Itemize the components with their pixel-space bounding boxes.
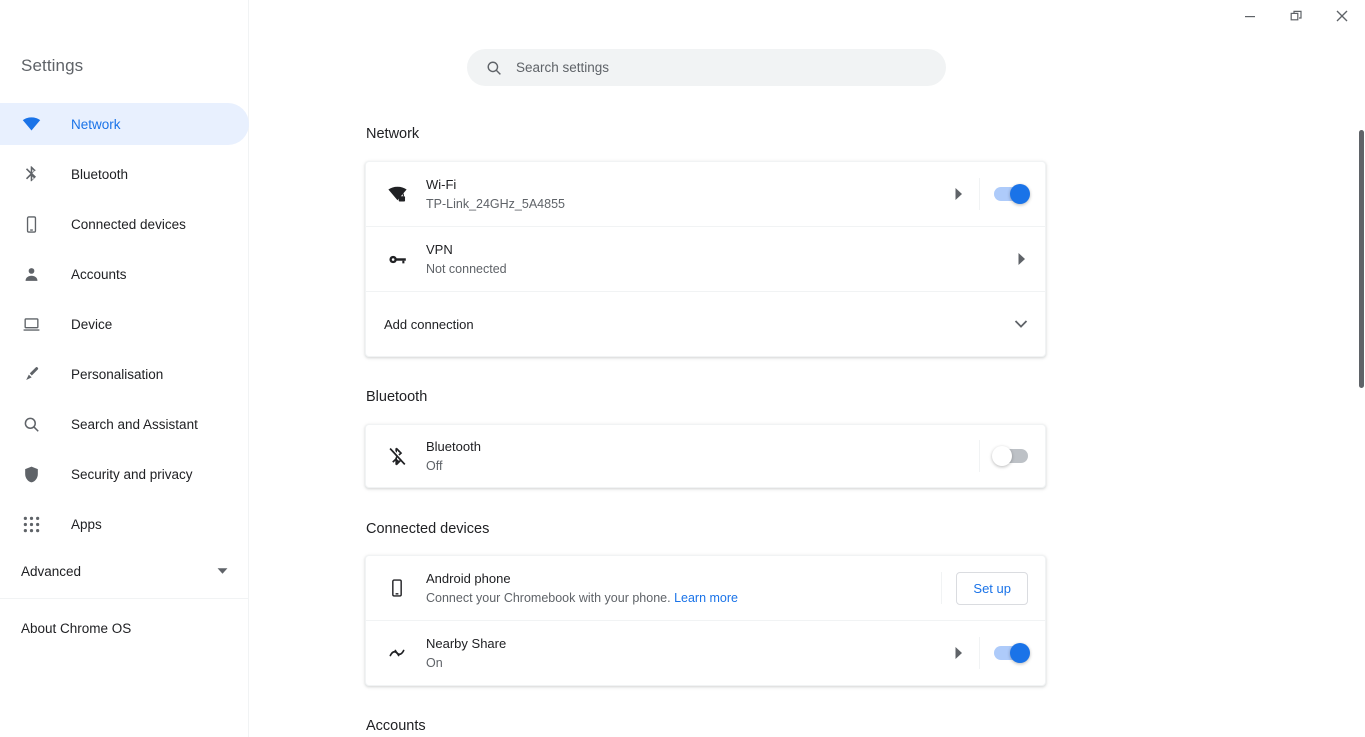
wifi-title: Wi-Fi [426,176,457,192]
nearby-share-title: Nearby Share [426,635,507,651]
phone-icon [384,578,410,598]
wifi-toggle[interactable] [994,184,1030,204]
section-title-bluetooth: Bluetooth [366,389,428,405]
wifi-row[interactable]: Wi-Fi TP-Link_24GHz_5A4855 [366,162,1045,226]
about-label: About Chrome OS [21,620,132,636]
wifi-icon [21,114,41,134]
scrollbar-thumb[interactable] [1359,130,1364,388]
vpn-subtitle: Not connected [426,261,507,276]
nearby-share-text: Nearby Share On [426,635,953,672]
row-divider [941,572,943,604]
vpn-title: VPN [426,241,453,257]
wifi-locked-icon [384,184,410,205]
settings-window: Settings Network Bluetooth Connected dev… [0,0,1365,737]
bluetooth-subtitle: Off [426,458,443,473]
settings-content: Network Wi-Fi TP-Link_24GHz_5A4855 VPN N… [249,0,1365,737]
toggle-knob [992,446,1012,466]
chevron-down-icon [1014,319,1028,329]
sidebar-item-label: Network [71,116,121,132]
android-phone-row[interactable]: Android phone Connect your Chromebook wi… [366,556,1045,620]
chevron-right-icon[interactable] [953,187,963,201]
person-icon [21,264,41,284]
sidebar-item-device[interactable]: Device [0,303,249,345]
vpn-key-icon [384,249,410,270]
bluetooth-row[interactable]: Bluetooth Off [366,425,1045,487]
android-phone-text: Android phone Connect your Chromebook wi… [426,570,925,607]
sidebar-item-label: Bluetooth [71,166,129,182]
vpn-text: VPN Not connected [426,241,1016,278]
section-title-accounts: Accounts [366,718,426,734]
add-connection-row[interactable]: Add connection [366,291,1045,356]
android-phone-subtitle: Connect your Chromebook with your phone.… [426,589,925,607]
row-divider [979,440,980,472]
bluetooth-disabled-icon [384,446,410,467]
row-divider [979,637,980,669]
bluetooth-title: Bluetooth [426,438,481,454]
sidebar-item-search-and-assistant[interactable]: Search and Assistant [0,403,249,445]
brush-icon [21,364,41,384]
sidebar-divider [0,598,249,599]
sidebar-item-bluetooth[interactable]: Bluetooth [0,153,249,195]
sidebar-item-about-chrome-os[interactable]: About Chrome OS [0,610,249,646]
sidebar-item-label: Search and Assistant [71,416,198,432]
apps-grid-icon [21,514,41,534]
sidebar: Settings Network Bluetooth Connected dev… [0,0,249,737]
android-phone-title: Android phone [426,570,511,586]
page-title: Settings [21,56,84,75]
toggle-knob [1010,184,1030,204]
wifi-text: Wi-Fi TP-Link_24GHz_5A4855 [426,176,953,213]
section-title-connected-devices: Connected devices [366,521,490,537]
section-title-network: Network [366,126,420,142]
sidebar-item-security-and-privacy[interactable]: Security and privacy [0,453,249,495]
bluetooth-card: Bluetooth Off [365,424,1046,488]
toggle-knob [1010,643,1030,663]
phone-icon [21,214,41,234]
chevron-right-icon[interactable] [953,646,963,660]
sidebar-item-personalisation[interactable]: Personalisation [0,353,249,395]
android-phone-subtitle-text: Connect your Chromebook with your phone. [426,590,671,605]
laptop-icon [21,314,41,334]
shield-icon [21,464,41,484]
search-icon [21,414,41,434]
sidebar-item-label: Connected devices [71,216,186,232]
sidebar-item-label: Personalisation [71,366,164,382]
sidebar-item-apps[interactable]: Apps [0,503,249,545]
triangle-down-icon [217,564,228,579]
sidebar-item-accounts[interactable]: Accounts [0,253,249,295]
nearby-share-row[interactable]: Nearby Share On [366,620,1045,685]
sidebar-nav: Network Bluetooth Connected devices Acco… [0,103,249,553]
sidebar-item-label: Security and privacy [71,466,193,482]
connected-devices-card: Android phone Connect your Chromebook wi… [365,555,1046,686]
chevron-right-icon[interactable] [1016,252,1026,266]
bluetooth-text: Bluetooth Off [426,438,963,475]
bluetooth-icon [21,164,41,184]
sidebar-item-label: Device [71,316,113,332]
learn-more-link[interactable]: Learn more [674,591,738,605]
sidebar-item-label: Apps [71,516,102,532]
set-up-button[interactable]: Set up [956,571,1028,605]
sidebar-item-network[interactable]: Network [0,103,249,145]
network-card: Wi-Fi TP-Link_24GHz_5A4855 VPN Not conne… [365,161,1046,357]
wifi-subtitle: TP-Link_24GHz_5A4855 [426,196,565,211]
bluetooth-toggle[interactable] [992,446,1028,466]
vpn-row[interactable]: VPN Not connected [366,226,1045,291]
nearby-share-subtitle: On [426,655,443,670]
nearby-share-toggle[interactable] [994,643,1030,663]
row-divider [979,178,980,210]
sidebar-item-label: Accounts [71,266,127,282]
sidebar-item-connected-devices[interactable]: Connected devices [0,203,249,245]
advanced-label: Advanced [21,563,82,579]
sidebar-item-advanced[interactable]: Advanced [0,553,249,589]
scrollbar-track[interactable] [1358,32,1365,737]
nearby-share-icon [384,643,410,663]
add-connection-label: Add connection [384,316,474,332]
